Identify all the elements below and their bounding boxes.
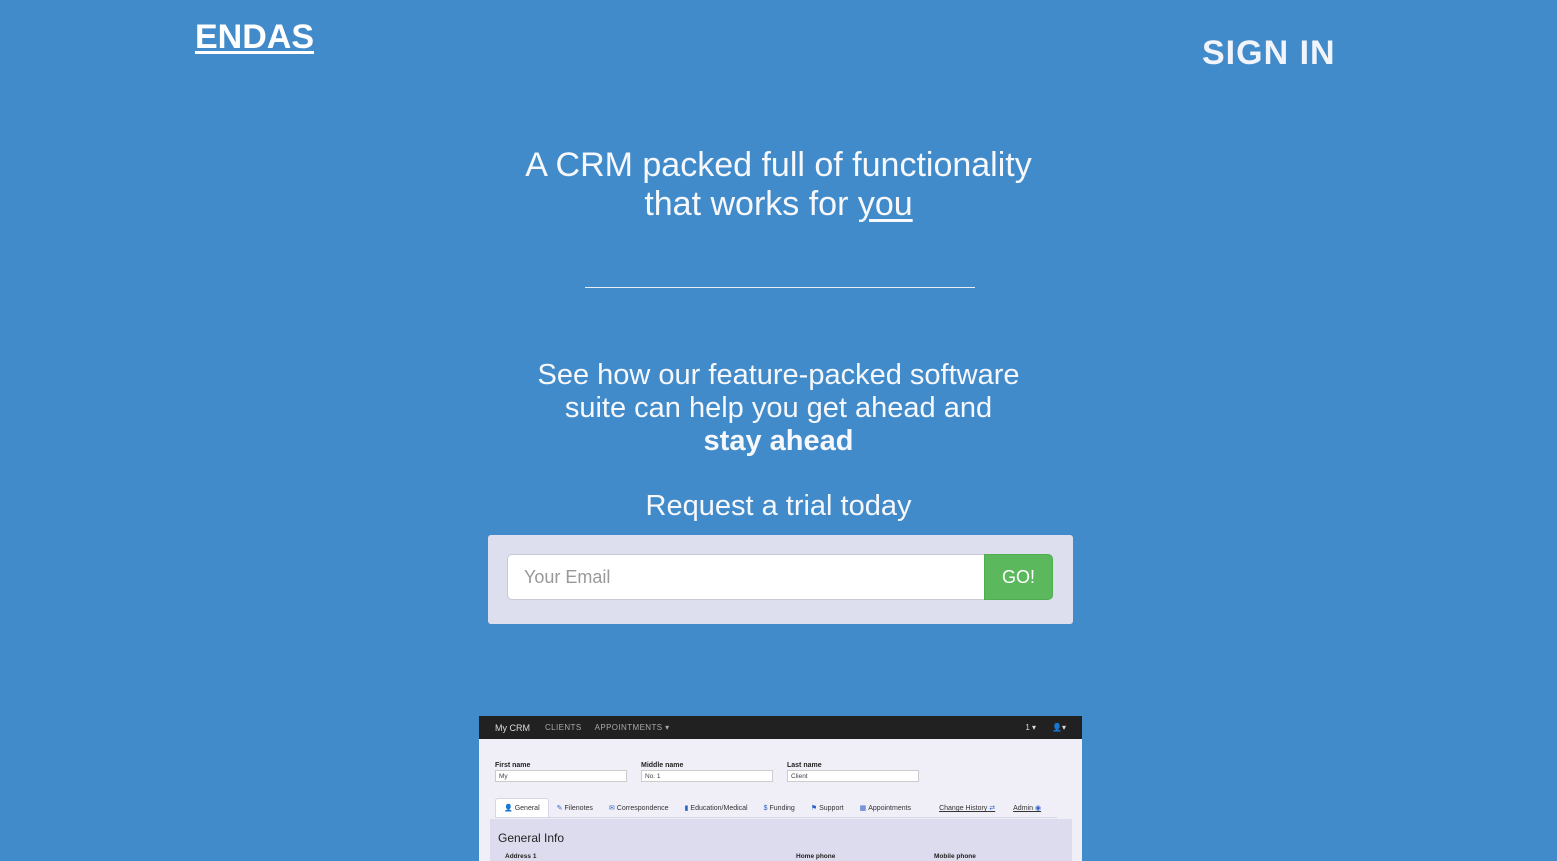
headline-emphasis: you: [857, 185, 913, 223]
dollar-icon: $: [763, 805, 768, 812]
envelope-icon: ✉: [608, 805, 615, 812]
brand-logo-link[interactable]: ENDAS: [195, 18, 314, 57]
preview-tab-label: Education/Medical: [690, 805, 748, 812]
preview-field-label: Middle name: [641, 762, 684, 769]
subheading-line-2: suite can help you get ahead and: [564, 392, 993, 424]
preview-user-menu: 👤▾: [1052, 723, 1066, 732]
preview-navbar: My CRM CLIENTS APPOINTMENTS ▾ 1 ▾ 👤▾: [479, 716, 1082, 739]
trial-heading: Request a trial today: [645, 490, 912, 522]
preview-label-mobile-phone: Mobile phone: [934, 853, 976, 860]
preview-first-name: First name My: [495, 762, 641, 782]
flag-icon: ⚑: [810, 805, 818, 812]
preview-link-label: Change History: [939, 805, 988, 812]
eye-off-icon: ◉: [1034, 805, 1042, 812]
preview-field-value: My: [495, 770, 627, 782]
preview-change-history-link: Change History ⇄: [931, 799, 1005, 817]
preview-tab-label: Filenotes: [564, 805, 593, 812]
preview-field-label: Last name: [787, 762, 822, 769]
preview-tab-label: Support: [819, 805, 844, 812]
signup-form: GO!: [488, 535, 1073, 624]
preview-field-label: First name: [495, 762, 531, 769]
preview-name-fields: First name My Middle name No. 1 Last nam…: [495, 762, 933, 782]
preview-link-label: Admin: [1013, 805, 1033, 812]
preview-admin-link: Admin ◉: [1005, 799, 1051, 817]
preview-tab-correspondence: ✉ Correspondence: [601, 799, 677, 817]
preview-tab-funding: $ Funding: [756, 800, 803, 817]
preview-tab-filenotes: ✎ Filenotes: [549, 799, 601, 817]
shuffle-icon: ⇄: [989, 805, 996, 812]
preview-nav-clients: CLIENTS: [545, 723, 582, 732]
landing-page: ENDAS SIGN IN A CRM packed full of funct…: [0, 0, 1557, 861]
headline-line-1: A CRM packed full of functionality: [525, 146, 1032, 184]
go-button[interactable]: GO!: [984, 554, 1053, 600]
sign-in-link[interactable]: SIGN IN: [1202, 34, 1336, 73]
preview-user-caret: ▾: [1061, 723, 1066, 732]
email-input[interactable]: [507, 554, 985, 600]
preview-field-value: No. 1: [641, 770, 773, 782]
crm-screenshot-preview: My CRM CLIENTS APPOINTMENTS ▾ 1 ▾ 👤▾ Fir…: [479, 716, 1082, 861]
person-icon: 👤: [504, 805, 513, 812]
headline-line-2-text: that works for: [644, 185, 858, 223]
hero-headline: A CRM packed full of functionality that …: [0, 146, 1557, 224]
preview-tab-label: Appointments: [868, 805, 912, 812]
pencil-icon: ✎: [556, 805, 563, 812]
preview-label-address: Address 1: [505, 853, 537, 860]
preview-label-home-phone: Home phone: [796, 853, 836, 860]
book-icon: ▮: [684, 805, 689, 812]
preview-notifications-count: 1 ▾: [1025, 723, 1037, 732]
preview-tab-general: 👤 General: [495, 798, 549, 817]
preview-tab-appointments: ▦ Appointments: [852, 799, 919, 817]
preview-nav-right: 1 ▾ 👤▾: [1025, 723, 1066, 732]
preview-last-name: Last name Client: [787, 762, 933, 782]
preview-tab-education-medical: ▮ Education/Medical: [677, 799, 756, 817]
calendar-icon: ▦: [859, 805, 867, 812]
preview-general-info-panel: General Info Address 1 Home phone Mobile…: [490, 819, 1072, 861]
preview-tab-label: Correspondence: [616, 805, 669, 812]
user-icon: 👤: [1052, 723, 1062, 732]
preview-field-value: Client: [787, 770, 919, 782]
preview-tab-label: Funding: [769, 805, 795, 812]
subheading-emphasis: stay ahead: [703, 425, 854, 457]
preview-tab-label: General: [514, 805, 540, 812]
hero-divider: [585, 287, 975, 288]
preview-brand: My CRM: [495, 722, 530, 733]
headline-line-2: that works for you: [0, 185, 1557, 224]
preview-tabs: 👤 General ✎ Filenotes ✉ Correspondence ▮ Edu…: [495, 797, 1057, 818]
preview-panel-labels: Address 1 Home phone Mobile phone: [490, 853, 1072, 860]
preview-panel-title: General Info: [498, 831, 565, 845]
hero-subheading: See how our feature-packed software suit…: [0, 359, 1557, 458]
preview-notifications: 1 ▾: [1025, 723, 1036, 732]
preview-nav-appointments: APPOINTMENTS ▾: [594, 723, 670, 732]
subheading-line-1: See how our feature-packed software: [537, 359, 1020, 391]
preview-tab-support: ⚑ Support: [803, 799, 852, 817]
preview-middle-name: Middle name No. 1: [641, 762, 787, 782]
